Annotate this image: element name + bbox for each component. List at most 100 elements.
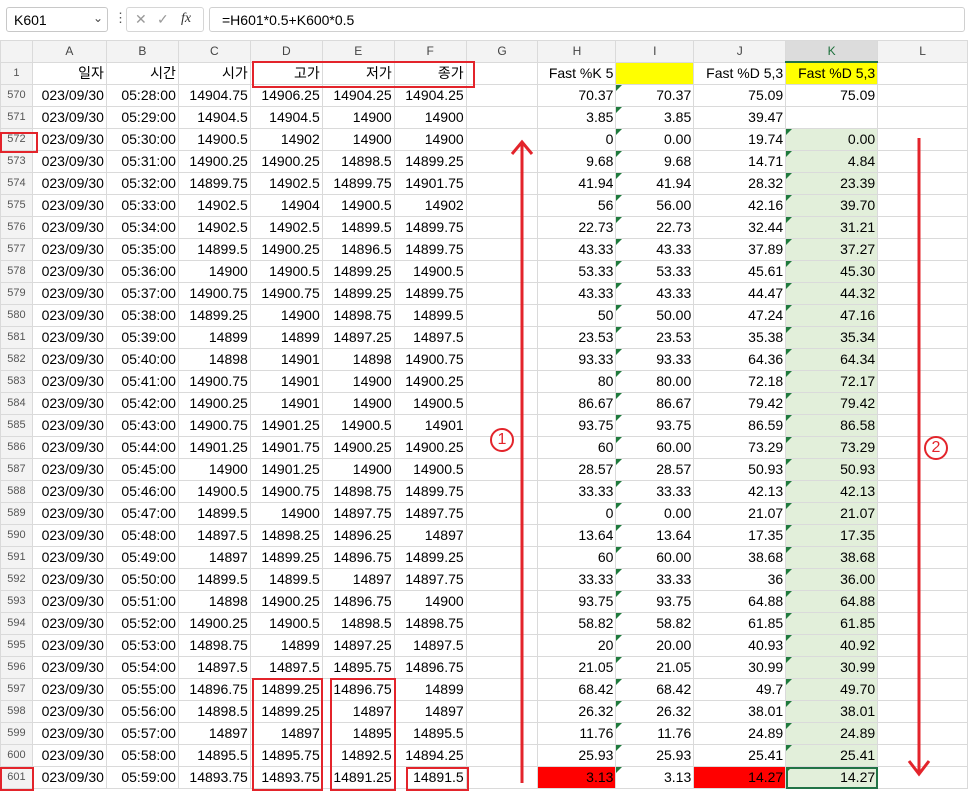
row-header[interactable]: 574 [0,172,33,195]
cell[interactable]: 0.00 [615,128,695,151]
cell[interactable]: 20 [537,634,617,657]
cell[interactable]: 14899.75 [321,172,395,195]
cell[interactable]: 14900.25 [321,436,395,459]
cell[interactable]: 44.47 [693,282,787,305]
cell[interactable]: 25.41 [693,744,787,767]
cell[interactable]: 21.05 [615,656,695,679]
cell[interactable]: 30.99 [693,656,787,679]
cell[interactable]: 023/09/30 [31,722,107,745]
cell[interactable]: 05:48:00 [105,524,179,547]
cell[interactable]: 42.13 [785,480,879,503]
cell[interactable]: 43.33 [615,282,695,305]
cell[interactable]: 14900.25 [177,392,251,415]
cell[interactable]: 45.30 [785,260,879,283]
row-header[interactable]: 582 [0,348,33,371]
column-header-j[interactable]: J [693,40,787,63]
cell[interactable]: 14900.5 [321,194,395,217]
cell[interactable]: 14904.5 [177,106,251,129]
row-header[interactable]: 587 [0,458,33,481]
cell[interactable]: 50.00 [615,304,695,327]
cell[interactable]: 023/09/30 [31,436,107,459]
cell[interactable]: 023/09/30 [31,590,107,613]
cell[interactable]: Fast %K 5 [537,61,617,85]
cell[interactable]: 023/09/30 [31,480,107,503]
cell[interactable]: 80.00 [615,370,695,393]
cell[interactable]: 14897 [177,546,251,569]
cell[interactable]: 05:59:00 [105,766,179,789]
column-header-h[interactable]: H [537,40,617,63]
cell[interactable]: 14904.75 [177,84,251,107]
cell[interactable]: 시가 [177,61,251,85]
cell[interactable]: 14901 [249,348,323,371]
column-header-i[interactable]: I [615,40,695,63]
cell[interactable]: 14896.75 [177,678,251,701]
cell[interactable]: 14900 [249,502,323,525]
row-header[interactable]: 570 [0,84,33,107]
cell[interactable]: 023/09/30 [31,612,107,635]
cell[interactable]: 64.88 [785,590,879,613]
cell[interactable]: 47.24 [693,304,787,327]
row-header[interactable]: 588 [0,480,33,503]
cell[interactable]: 25.93 [615,744,695,767]
cell[interactable]: 14893.75 [177,766,251,789]
cell[interactable]: 39.70 [785,194,879,217]
cell[interactable]: 14899.75 [177,172,251,195]
cell[interactable]: 14899.75 [393,480,467,503]
cell[interactable]: 22.73 [537,216,617,239]
cell[interactable]: 05:32:00 [105,172,179,195]
cell[interactable]: 9.68 [537,150,617,173]
insert-function-icon[interactable]: fx [181,11,191,27]
cell[interactable]: 14899.25 [393,150,467,173]
cell[interactable]: 023/09/30 [31,392,107,415]
cell[interactable]: 05:31:00 [105,150,179,173]
cell[interactable]: 14901 [249,370,323,393]
cell[interactable]: 25.41 [785,744,879,767]
cell[interactable]: 023/09/30 [31,546,107,569]
cell[interactable]: 14900.5 [249,612,323,635]
cell[interactable]: 05:54:00 [105,656,179,679]
cell[interactable]: 05:28:00 [105,84,179,107]
cell[interactable]: 64.34 [785,348,879,371]
cell[interactable]: Fast %D 5,3 [785,61,879,85]
cell[interactable]: 05:33:00 [105,194,179,217]
cell[interactable]: 0 [537,128,617,151]
cell[interactable]: 37.89 [693,238,787,261]
cell[interactable]: 49.70 [785,678,879,701]
cell[interactable]: 93.75 [615,414,695,437]
cell[interactable]: 14902.5 [249,172,323,195]
cell[interactable] [877,61,968,85]
cell[interactable]: 14899.5 [177,568,251,591]
column-header-e[interactable]: E [321,40,395,63]
cell[interactable]: 14902.5 [177,194,251,217]
cell[interactable]: 17.35 [785,524,879,547]
cell[interactable]: 05:56:00 [105,700,179,723]
cell[interactable]: 43.33 [615,238,695,261]
cell[interactable]: 36 [693,568,787,591]
cell[interactable]: 05:41:00 [105,370,179,393]
column-header-a[interactable]: A [31,40,107,63]
cell[interactable]: 30.99 [785,656,879,679]
cell[interactable]: 60.00 [615,436,695,459]
cell[interactable]: 93.33 [615,348,695,371]
row-header[interactable]: 581 [0,326,33,349]
cell[interactable]: 50.93 [693,458,787,481]
cell[interactable]: 31.21 [785,216,879,239]
select-all-corner[interactable] [0,40,33,63]
cell[interactable]: 05:44:00 [105,436,179,459]
cell[interactable]: 023/09/30 [31,634,107,657]
cell[interactable]: 9.68 [615,150,695,173]
cell[interactable]: 40.93 [693,634,787,657]
cell[interactable]: 33.33 [537,568,617,591]
cell[interactable]: 56.00 [615,194,695,217]
cell[interactable]: 0 [537,502,617,525]
cell[interactable]: 33.33 [615,568,695,591]
column-header-b[interactable]: B [105,40,179,63]
cell[interactable]: 14900.25 [393,370,467,393]
cell[interactable]: 53.33 [537,260,617,283]
row-header[interactable]: 593 [0,590,33,613]
cell[interactable]: 023/09/30 [31,502,107,525]
cell[interactable]: 일자 [31,61,107,85]
cell[interactable]: 93.33 [537,348,617,371]
cell[interactable]: 14900 [321,370,395,393]
row-header[interactable]: 580 [0,304,33,327]
